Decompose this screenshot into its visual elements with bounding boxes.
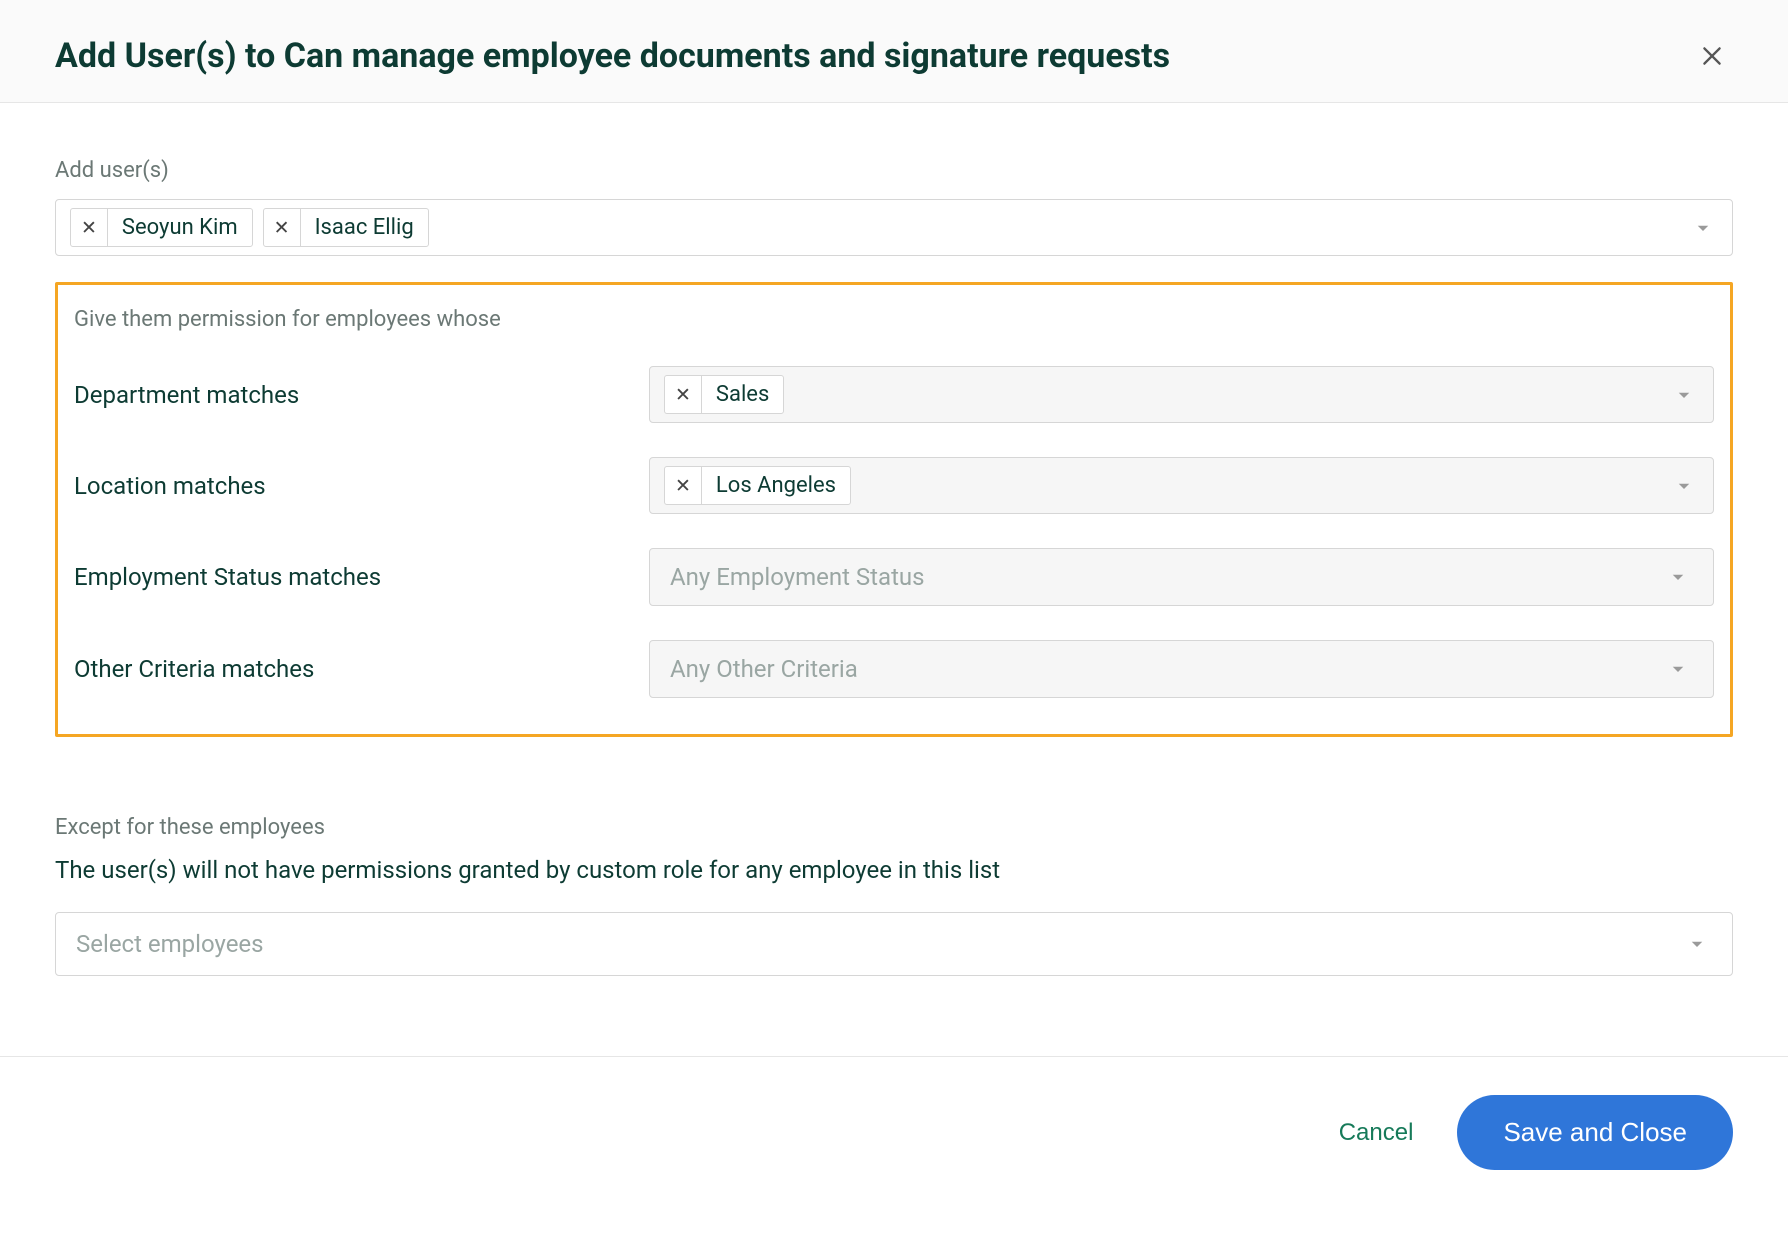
except-description: The user(s) will not have permissions gr… (55, 856, 1733, 884)
employment-status-placeholder: Any Employment Status (670, 563, 925, 591)
dropdown-caret-icon[interactable] (1669, 386, 1699, 404)
location-select[interactable]: ✕ Los Angeles (649, 457, 1714, 514)
add-users-label: Add user(s) (55, 158, 1733, 183)
cancel-button[interactable]: Cancel (1331, 1109, 1422, 1157)
modal-title: Add User(s) to Can manage employee docum… (55, 36, 1170, 76)
except-section: Except for these employees The user(s) w… (55, 815, 1733, 976)
add-users-modal: Add User(s) to Can manage employee docum… (0, 0, 1788, 1208)
criteria-row-employment-status: Employment Status matches Any Employment… (74, 548, 1714, 606)
except-placeholder: Select employees (76, 930, 264, 958)
dropdown-caret-icon[interactable] (1663, 568, 1693, 586)
department-select[interactable]: ✕ Sales (649, 366, 1714, 423)
close-icon (1699, 43, 1725, 69)
user-chip: ✕ Seoyun Kim (70, 208, 253, 247)
criteria-row-location: Location matches ✕ Los Angeles (74, 457, 1714, 514)
remove-user-icon[interactable]: ✕ (71, 209, 108, 246)
except-label: Except for these employees (55, 815, 1733, 840)
employment-status-select[interactable]: Any Employment Status (649, 548, 1714, 606)
add-users-select[interactable]: ✕ Seoyun Kim ✕ Isaac Ellig (55, 199, 1733, 256)
location-chip: ✕ Los Angeles (664, 466, 851, 505)
remove-user-icon[interactable]: ✕ (264, 209, 301, 246)
user-chip-label: Seoyun Kim (108, 209, 252, 246)
criteria-highlight-box: Give them permission for employees whose… (55, 282, 1733, 737)
department-label: Department matches (74, 381, 649, 409)
close-button[interactable] (1691, 35, 1733, 77)
criteria-row-other-criteria: Other Criteria matches Any Other Criteri… (74, 640, 1714, 698)
dropdown-caret-icon[interactable] (1688, 219, 1718, 237)
employment-status-label: Employment Status matches (74, 563, 649, 591)
criteria-row-department: Department matches ✕ Sales (74, 366, 1714, 423)
other-criteria-label: Other Criteria matches (74, 655, 649, 683)
dropdown-caret-icon[interactable] (1682, 935, 1712, 953)
other-criteria-placeholder: Any Other Criteria (670, 655, 858, 683)
other-criteria-select[interactable]: Any Other Criteria (649, 640, 1714, 698)
modal-header: Add User(s) to Can manage employee docum… (0, 0, 1788, 103)
user-chip-label: Isaac Ellig (301, 209, 428, 246)
criteria-intro-label: Give them permission for employees whose (74, 307, 1714, 332)
location-chip-label: Los Angeles (702, 467, 850, 504)
dropdown-caret-icon[interactable] (1669, 477, 1699, 495)
dropdown-caret-icon[interactable] (1663, 660, 1693, 678)
user-chip: ✕ Isaac Ellig (263, 208, 429, 247)
remove-department-icon[interactable]: ✕ (665, 376, 702, 413)
remove-location-icon[interactable]: ✕ (665, 467, 702, 504)
modal-footer: Cancel Save and Close (0, 1056, 1788, 1208)
location-label: Location matches (74, 472, 649, 500)
except-employees-select[interactable]: Select employees (55, 912, 1733, 976)
department-chip-label: Sales (702, 376, 783, 413)
modal-body: Add user(s) ✕ Seoyun Kim ✕ Isaac Ellig G… (0, 103, 1788, 1056)
save-and-close-button[interactable]: Save and Close (1457, 1095, 1733, 1170)
department-chip: ✕ Sales (664, 375, 784, 414)
